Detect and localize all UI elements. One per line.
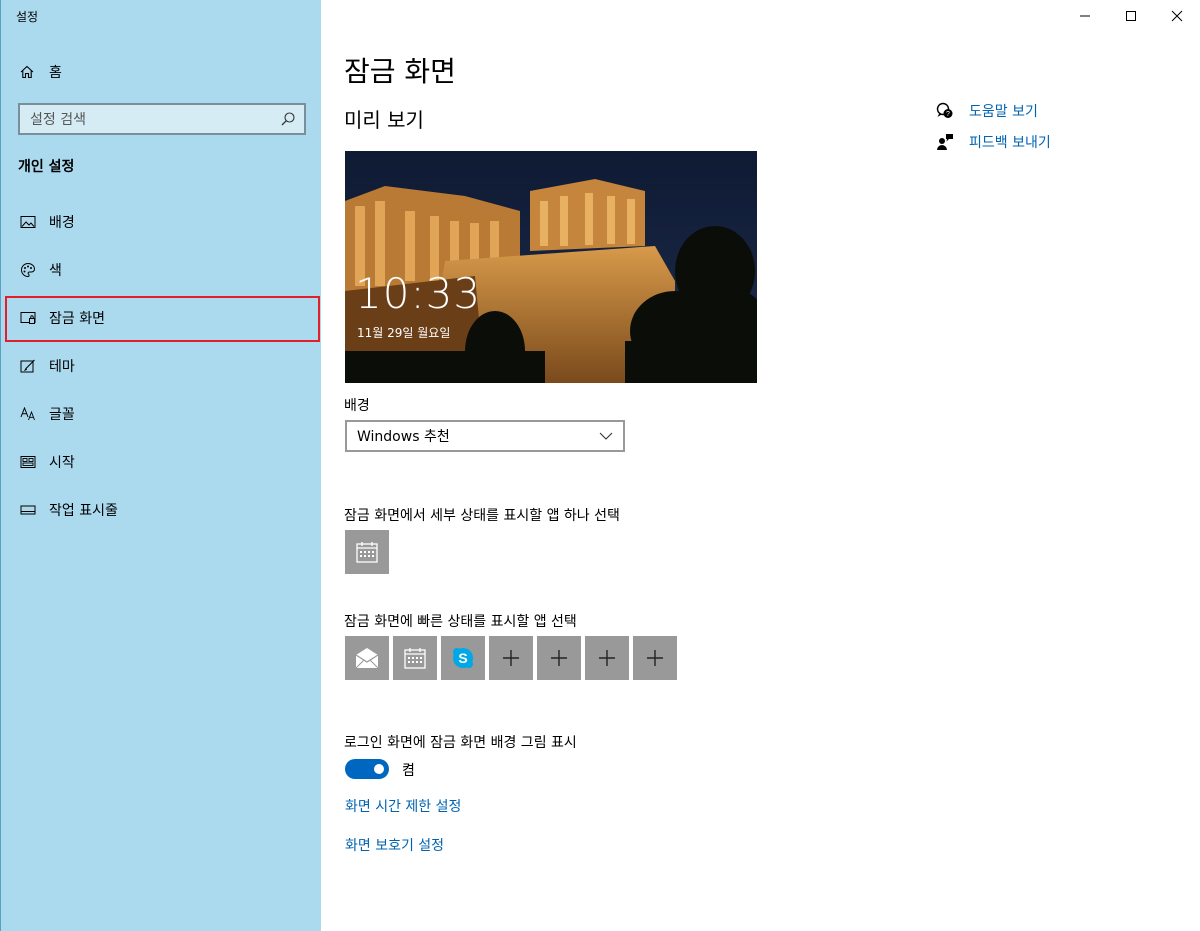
- sidebar-item-color[interactable]: 색: [1, 246, 322, 294]
- app-title: 설정: [16, 10, 39, 24]
- close-button[interactable]: [1154, 0, 1200, 32]
- sidebar-item-background[interactable]: 배경: [1, 198, 322, 246]
- toggle-state-label: 켬: [402, 763, 415, 779]
- screen-timeout-link[interactable]: 화면 시간 제한 설정: [345, 796, 461, 816]
- search-box[interactable]: 설정 검색: [18, 103, 306, 135]
- sidebar-item-label: 작업 표시줄: [49, 503, 118, 519]
- sidebar-item-taskbar[interactable]: 작업 표시줄: [1, 486, 322, 534]
- plus-icon: [647, 650, 663, 666]
- sidebar-item-fonts[interactable]: 글꼴: [1, 390, 322, 438]
- search-icon[interactable]: [280, 111, 296, 127]
- taskbar-icon: [19, 501, 37, 519]
- svg-text:?: ?: [946, 111, 950, 118]
- preview-heading: 미리 보기: [344, 108, 424, 132]
- skype-icon: S: [453, 648, 473, 668]
- home-label: 홈: [49, 65, 62, 81]
- calendar-icon: [356, 542, 378, 563]
- feedback-icon: [936, 133, 954, 151]
- plus-icon: [551, 650, 567, 666]
- sidebar-nav: 배경 색 잠금 화면 테마 글꼴 시작 작업 표시줄: [1, 198, 322, 534]
- feedback-link[interactable]: 피드백 보내기: [936, 132, 1051, 152]
- quick-app-add-slot[interactable]: [633, 636, 677, 680]
- preview-image: [345, 151, 757, 383]
- login-bg-label: 로그인 화면에 잠금 화면 배경 그림 표시: [344, 735, 577, 751]
- login-bg-toggle[interactable]: [345, 759, 389, 779]
- palette-icon: [19, 261, 37, 279]
- minimize-button[interactable]: [1062, 0, 1108, 32]
- section-title: 개인 설정: [18, 159, 75, 175]
- home-nav-item[interactable]: 홈: [19, 62, 62, 82]
- mail-icon: [355, 648, 379, 669]
- sidebar-item-lock-screen[interactable]: 잠금 화면: [1, 294, 322, 342]
- preview-time: 10:33: [355, 269, 482, 318]
- sidebar-item-theme[interactable]: 테마: [1, 342, 322, 390]
- sidebar-item-label: 잠금 화면: [49, 311, 105, 327]
- plus-icon: [599, 650, 615, 666]
- page-title: 잠금 화면: [344, 55, 456, 88]
- background-dropdown[interactable]: Windows 추천: [345, 420, 625, 452]
- calendar-icon: [404, 648, 426, 669]
- window-controls: [1062, 0, 1200, 32]
- background-dropdown-value: Windows 추천: [357, 429, 450, 445]
- quick-app-skype-tile[interactable]: S: [441, 636, 485, 680]
- picture-icon: [19, 213, 37, 231]
- detail-app-tile[interactable]: [345, 530, 389, 574]
- quick-app-calendar-tile[interactable]: [393, 636, 437, 680]
- maximize-button[interactable]: [1108, 0, 1154, 32]
- help-link-label: 도움말 보기: [969, 104, 1038, 120]
- background-label: 배경: [344, 398, 370, 414]
- maximize-icon: [1126, 11, 1136, 21]
- quick-app-add-slot[interactable]: [489, 636, 533, 680]
- detail-app-label: 잠금 화면에서 세부 상태를 표시할 앱 하나 선택: [344, 508, 620, 524]
- sidebar-item-start[interactable]: 시작: [1, 438, 322, 486]
- sidebar-item-label: 글꼴: [49, 407, 75, 423]
- chevron-down-icon: [599, 432, 613, 440]
- sidebar-item-label: 배경: [49, 215, 75, 231]
- plus-icon: [503, 650, 519, 666]
- sidebar-item-label: 테마: [49, 359, 75, 375]
- quick-app-add-slot[interactable]: [585, 636, 629, 680]
- sidebar-item-label: 시작: [49, 455, 75, 471]
- close-icon: [1171, 10, 1183, 22]
- sidebar: 설정 홈 설정 검색 개인 설정 배경 색 잠금 화면 테마 글꼴 시작 작업 …: [0, 0, 321, 931]
- home-icon: [19, 64, 35, 80]
- quick-app-add-slot[interactable]: [537, 636, 581, 680]
- start-icon: [19, 453, 37, 471]
- svg-text:S: S: [458, 650, 467, 666]
- lock-screen-icon: [19, 309, 37, 327]
- quick-app-mail-tile[interactable]: [345, 636, 389, 680]
- minimize-icon: [1080, 15, 1090, 17]
- sidebar-item-label: 색: [49, 263, 62, 279]
- search-input[interactable]: 설정 검색: [30, 109, 280, 129]
- preview-date: 11월 29일 월요일: [357, 326, 451, 340]
- screensaver-link[interactable]: 화면 보호기 설정: [345, 835, 444, 855]
- font-icon: [19, 405, 37, 423]
- theme-icon: [19, 357, 37, 375]
- lock-screen-preview: 10:33 11월 29일 월요일: [345, 151, 757, 383]
- feedback-link-label: 피드백 보내기: [969, 135, 1051, 151]
- quick-apps-label: 잠금 화면에 빠른 상태를 표시할 앱 선택: [344, 614, 577, 630]
- help-link[interactable]: ? 도움말 보기: [936, 101, 1038, 121]
- help-chat-icon: ?: [936, 102, 954, 120]
